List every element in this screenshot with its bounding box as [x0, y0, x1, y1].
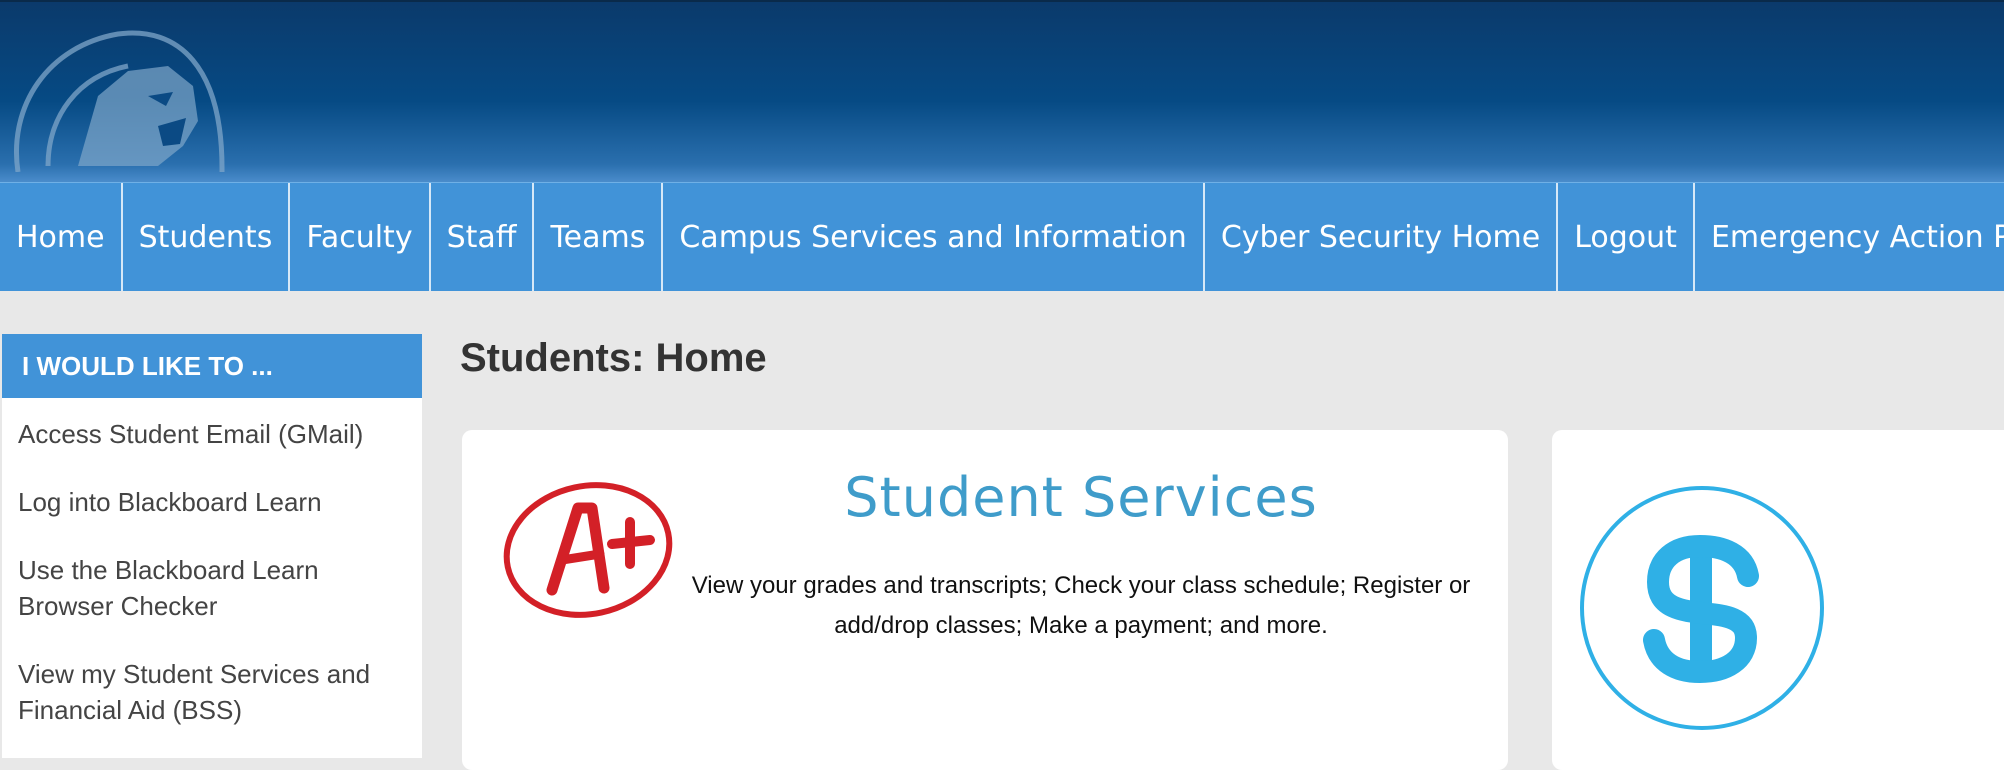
nav-item-faculty[interactable]: Faculty — [290, 183, 431, 291]
student-services-card[interactable]: Student Services View your grades and tr… — [462, 430, 1508, 770]
site-header — [0, 0, 2004, 182]
quick-links-sidebar: I WOULD LIKE TO ... Access Student Email… — [2, 334, 422, 758]
panther-logo-icon[interactable] — [8, 26, 228, 172]
sidebar-link-blackboard-browser-checker[interactable]: Use the Blackboard Learn Browser Checker — [18, 552, 406, 624]
sidebar-link-bss[interactable]: View my Student Services and Financial A… — [18, 656, 406, 728]
dollar-icon — [1580, 486, 1824, 730]
sidebar-link-student-email[interactable]: Access Student Email (GMail) — [18, 416, 406, 452]
nav-item-staff[interactable]: Staff — [431, 183, 535, 291]
page-title: Students: Home — [460, 336, 767, 380]
nav-item-emergency-action-plan[interactable]: Emergency Action Plan — [1695, 183, 2004, 291]
payment-card[interactable] — [1552, 430, 2004, 770]
nav-item-cyber-security[interactable]: Cyber Security Home — [1205, 183, 1559, 291]
card-description: View your grades and transcripts; Check … — [691, 572, 1471, 639]
main-nav: Home Students Faculty Staff Teams Campus… — [0, 182, 2004, 291]
nav-item-students[interactable]: Students — [123, 183, 291, 291]
sidebar-link-list: Access Student Email (GMail) Log into Bl… — [2, 398, 422, 728]
nav-item-logout[interactable]: Logout — [1558, 183, 1695, 291]
sidebar-link-blackboard-login[interactable]: Log into Blackboard Learn — [18, 484, 406, 520]
nav-item-home[interactable]: Home — [0, 183, 123, 291]
grade-a-plus-icon — [503, 482, 673, 618]
card-title[interactable]: Student Services — [686, 466, 1476, 529]
nav-item-teams[interactable]: Teams — [534, 183, 664, 291]
sidebar-title: I WOULD LIKE TO ... — [2, 334, 422, 398]
nav-item-campus-services[interactable]: Campus Services and Information — [663, 183, 1205, 291]
